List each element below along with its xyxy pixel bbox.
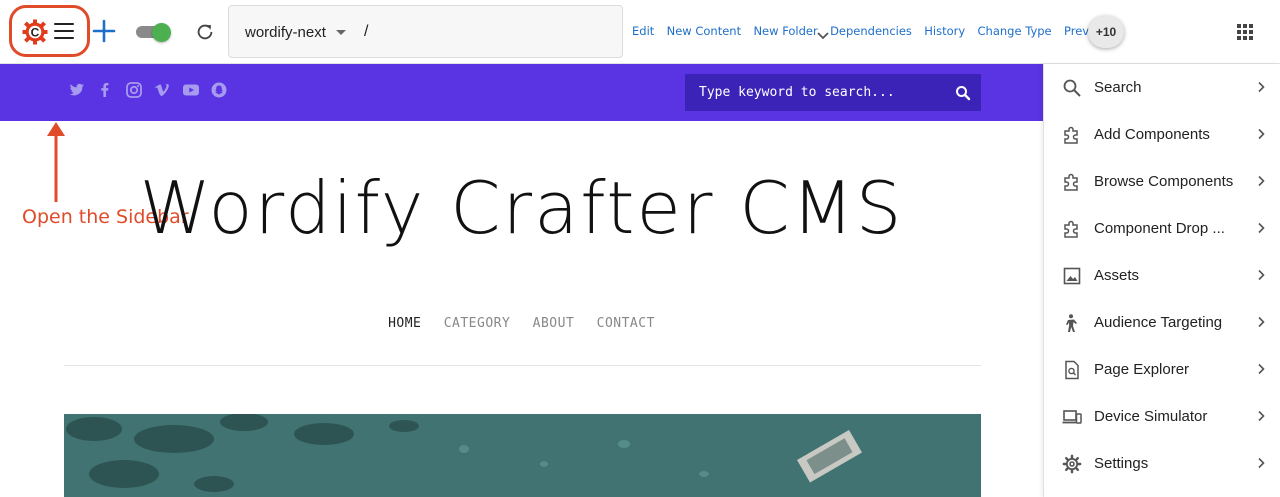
add-plus-icon[interactable] [92,19,116,43]
site-title: Wordify Crafter CMS [139,166,904,250]
search-icon [1063,79,1081,97]
twitter-icon[interactable] [68,81,86,99]
apps-grid-icon[interactable] [1237,24,1253,40]
sidebar-item-label: Device Simulator [1094,408,1208,425]
action-edit[interactable]: Edit [632,24,654,38]
devices-icon [1062,410,1082,424]
action-change-type[interactable]: Change Type [978,24,1052,38]
action-history[interactable]: History [924,24,965,38]
sidebar-item-assets[interactable]: Assets [1044,252,1280,299]
refresh-icon[interactable] [194,21,216,43]
gear-icon [1062,454,1082,474]
puzzle-icon [1064,173,1078,191]
instagram-icon[interactable] [125,81,143,99]
image-icon [1063,267,1081,285]
edit-mode-toggle[interactable] [136,23,172,42]
site-search-input[interactable]: Type keyword to search... [685,74,981,111]
site-search-placeholder: Type keyword to search... [699,85,895,100]
sidebar-item-label: Browse Components [1094,173,1234,190]
puzzle-icon [1064,126,1078,144]
sidebar-item-label: Settings [1094,455,1149,472]
sidebar-item-device-simulator[interactable]: Device Simulator [1044,393,1280,440]
sidebar-item-label: Audience Targeting [1094,314,1223,331]
sidebar-item-browse-components[interactable]: Browse Components [1044,158,1280,205]
action-dependencies[interactable]: Dependencies [830,24,912,38]
site-name[interactable]: wordify-next [245,24,326,41]
search-icon[interactable] [955,85,971,101]
sidebar-item-add-components[interactable]: Add Components [1044,111,1280,158]
person-icon [1066,314,1077,332]
sidebar-item-label: Component Drop ... [1094,220,1225,237]
nav-home[interactable]: HOME [388,316,421,331]
site-navigation: HOME CATEGORY ABOUT CONTACT [0,316,1043,331]
site-top-bar: Type keyword to search... [0,64,1043,121]
nav-divider [64,365,981,366]
vimeo-icon[interactable] [153,81,171,99]
annotation-highlight-ring [9,5,90,57]
sidebar-item-audience-targeting[interactable]: Audience Targeting [1044,299,1280,346]
site-caret-icon[interactable] [336,30,346,35]
top-toolbar: C wordify-next / Edit New Content New Fo… [0,0,1280,64]
action-new-content[interactable]: New Content [667,24,741,38]
chevron-right-icon [1258,128,1265,140]
nav-contact[interactable]: CONTACT [597,316,655,331]
facebook-icon[interactable] [96,81,114,99]
site-preview: Type keyword to search... Open the Sideb… [0,64,1043,497]
chevron-right-icon [1258,222,1265,234]
chevron-right-icon [1258,175,1265,187]
chevron-right-icon [1258,410,1265,422]
nav-about[interactable]: ABOUT [533,316,575,331]
chevron-right-icon [1258,269,1265,281]
sidebar-item-search[interactable]: Search [1044,64,1280,111]
chevron-right-icon [1258,363,1265,375]
sidebar-item-page-explorer[interactable]: Page Explorer [1044,346,1280,393]
page-search-icon [1065,360,1079,380]
sidebar-item-label: Page Explorer [1094,361,1190,378]
item-actions: Edit New Content New Folder Dependencies… [632,24,1118,40]
chevron-right-icon [1258,81,1265,93]
hero-image [64,414,981,497]
more-actions-button[interactable]: +10 [1088,16,1124,48]
snapchat-icon[interactable] [210,81,228,99]
tools-sidebar: Search Add Components Browse Components … [1043,64,1280,497]
sidebar-item-label: Search [1094,79,1142,96]
sidebar-item-component-drop[interactable]: Component Drop ... [1044,205,1280,252]
action-new-folder[interactable]: New Folder [753,24,817,38]
path-input[interactable]: / [364,23,368,41]
chevron-right-icon [1258,316,1265,328]
sidebar-item-settings[interactable]: Settings [1044,440,1280,487]
puzzle-icon [1064,220,1078,238]
nav-category[interactable]: CATEGORY [444,316,511,331]
social-links [68,81,234,101]
youtube-icon[interactable] [182,81,200,99]
sidebar-item-label: Assets [1094,267,1140,284]
sidebar-item-label: Add Components [1094,126,1210,143]
site-path-selector[interactable]: wordify-next / [228,5,829,58]
chevron-right-icon [1258,457,1265,469]
